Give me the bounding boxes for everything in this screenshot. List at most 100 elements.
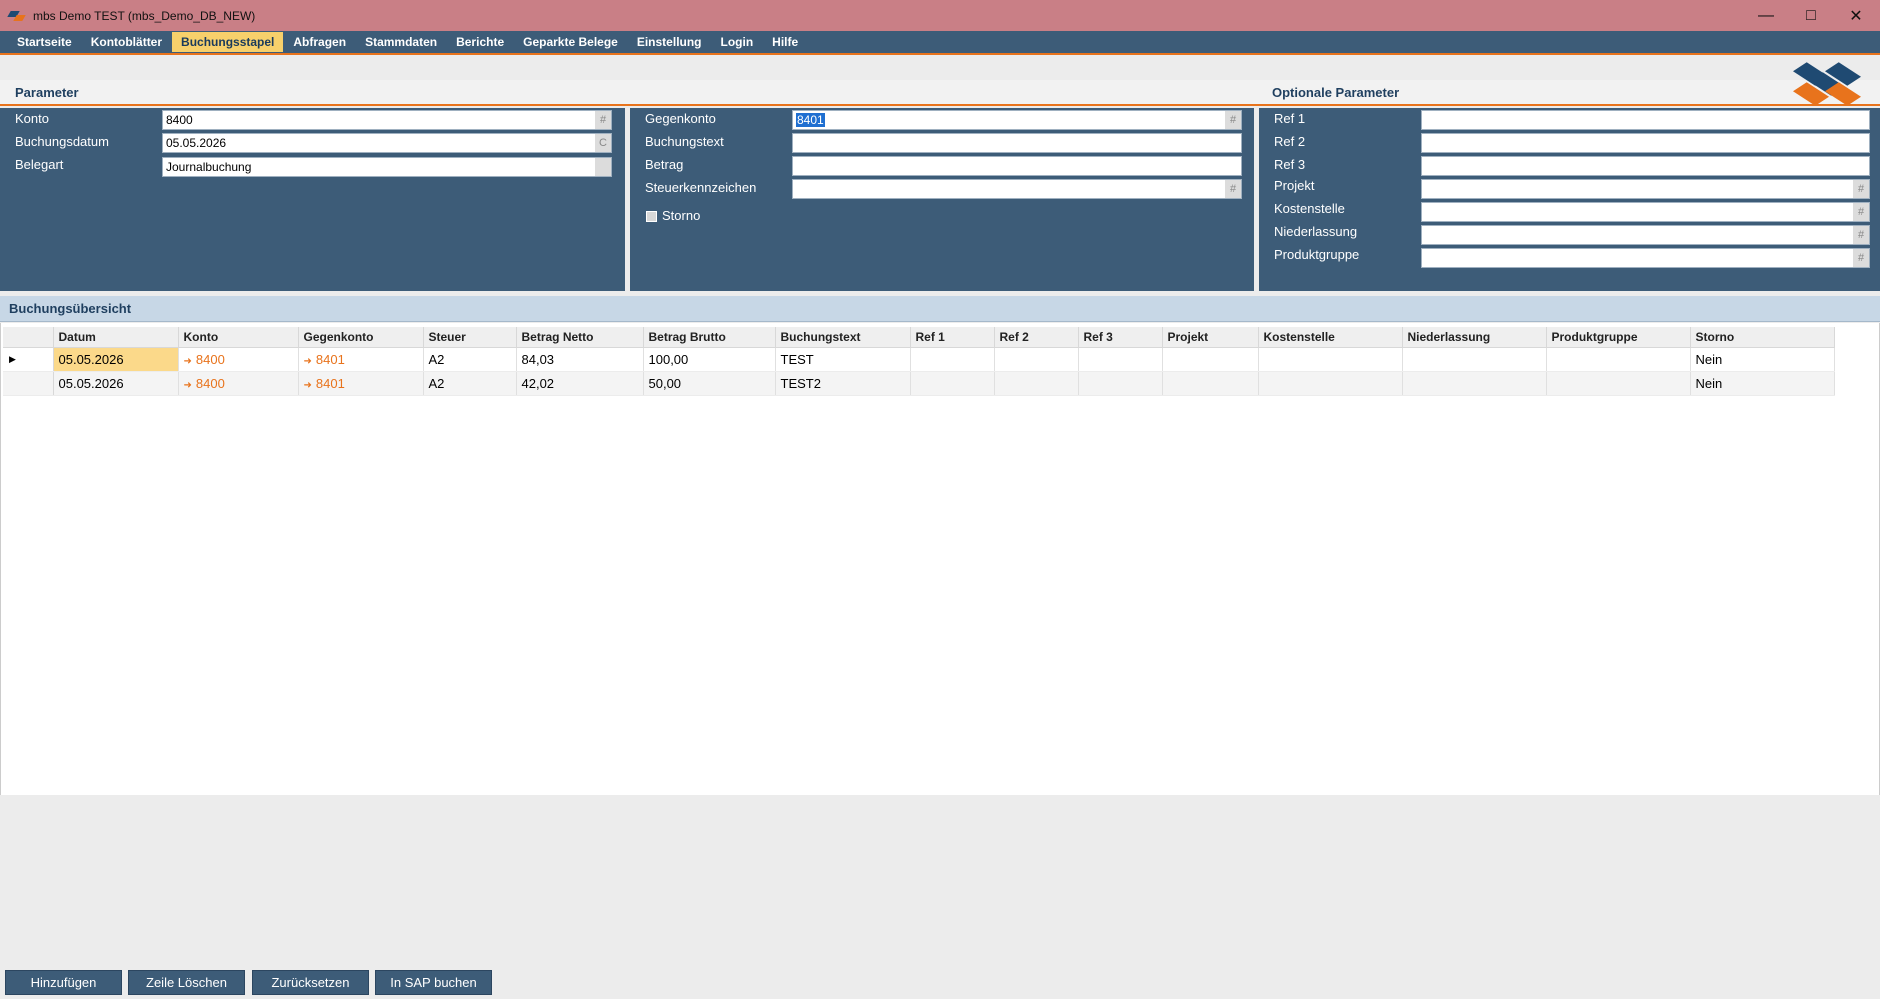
cell-gegenkonto[interactable]: ➜ 8401 xyxy=(298,371,424,396)
cell-projekt[interactable] xyxy=(1162,371,1259,396)
cell-niederlassung[interactable] xyxy=(1402,347,1547,372)
storno-checkbox[interactable] xyxy=(646,211,657,222)
menu-einstellung[interactable]: Einstellung xyxy=(628,32,711,52)
maximize-icon[interactable]: □ xyxy=(1788,0,1834,31)
col-kostenstelle[interactable]: Kostenstelle xyxy=(1258,327,1403,348)
menu-abfragen[interactable]: Abfragen xyxy=(284,32,355,52)
buchungsdatum-label: Buchungsdatum xyxy=(15,134,109,149)
col-betrag-brutto[interactable]: Betrag Brutto xyxy=(643,327,776,348)
col-ref2[interactable]: Ref 2 xyxy=(994,327,1079,348)
belegart-dropdown-icon[interactable] xyxy=(595,158,611,176)
buchungstext-field[interactable] xyxy=(792,133,1242,153)
ref2-field[interactable] xyxy=(1421,133,1870,153)
table-row[interactable]: 05.05.2026 ➜ 8400 ➜ 8401 A2 42,02 50,00 TE… xyxy=(3,371,1835,396)
cell-storno[interactable]: Nein xyxy=(1690,371,1835,396)
col-ref1[interactable]: Ref 1 xyxy=(910,327,995,348)
cell-kostenstelle[interactable] xyxy=(1258,347,1403,372)
col-gegenkonto[interactable]: Gegenkonto xyxy=(298,327,424,348)
steuerkennzeichen-label: Steuerkennzeichen xyxy=(645,180,757,195)
delete-row-button[interactable]: Zeile Löschen xyxy=(128,970,245,995)
cell-ref2[interactable] xyxy=(994,347,1079,372)
col-konto[interactable]: Konto xyxy=(178,327,299,348)
cell-ref3[interactable] xyxy=(1078,371,1163,396)
cell-ref1[interactable] xyxy=(910,371,995,396)
niederlassung-lookup-icon[interactable]: # xyxy=(1853,226,1869,244)
current-row-icon[interactable]: ▶ xyxy=(3,347,54,372)
cell-produktgruppe[interactable] xyxy=(1546,347,1691,372)
cell-kostenstelle[interactable] xyxy=(1258,371,1403,396)
parameter-panel-middle: Gegenkonto 8401 # Buchungstext Betrag St… xyxy=(630,108,1254,291)
app-logo-icon xyxy=(9,10,25,22)
kostenstelle-field[interactable]: # xyxy=(1421,202,1870,222)
cell-buchungstext[interactable]: TEST xyxy=(775,347,911,372)
cell-konto[interactable]: ➜ 8400 xyxy=(178,371,299,396)
cell-gegenkonto[interactable]: ➜ 8401 xyxy=(298,347,424,372)
col-steuer[interactable]: Steuer xyxy=(423,327,517,348)
storno-label: Storno xyxy=(662,208,701,223)
cell-ref3[interactable] xyxy=(1078,347,1163,372)
menu-geparkte-belege[interactable]: Geparkte Belege xyxy=(514,32,627,52)
col-projekt[interactable]: Projekt xyxy=(1162,327,1259,348)
close-icon[interactable]: ✕ xyxy=(1833,0,1879,31)
kostenstelle-label: Kostenstelle xyxy=(1274,201,1345,216)
cell-steuer[interactable]: A2 xyxy=(423,371,517,396)
cell-konto[interactable]: ➜ 8400 xyxy=(178,347,299,372)
konto-lookup-icon[interactable]: # xyxy=(595,111,611,129)
col-ref3[interactable]: Ref 3 xyxy=(1078,327,1163,348)
table-row[interactable]: ▶ 05.05.2026 ➜ 8400 ➜ 8401 A2 84,03 100,00… xyxy=(3,347,1835,372)
row-selector[interactable] xyxy=(3,371,54,396)
cell-netto[interactable]: 84,03 xyxy=(516,347,644,372)
gegenkonto-field[interactable]: 8401 # xyxy=(792,110,1242,130)
menu-login[interactable]: Login xyxy=(712,32,763,52)
betrag-field[interactable] xyxy=(792,156,1242,176)
konto-field[interactable]: 8400 # xyxy=(162,110,612,130)
menu-hilfe[interactable]: Hilfe xyxy=(763,32,807,52)
col-buchungstext[interactable]: Buchungstext xyxy=(775,327,911,348)
cell-datum[interactable]: 05.05.2026 xyxy=(53,371,179,396)
kostenstelle-lookup-icon[interactable]: # xyxy=(1853,203,1869,221)
col-produktgruppe[interactable]: Produktgruppe xyxy=(1546,327,1691,348)
menu-berichte[interactable]: Berichte xyxy=(447,32,513,52)
col-datum[interactable]: Datum xyxy=(53,327,179,348)
minimize-icon[interactable]: — xyxy=(1743,0,1789,31)
konto-label: Konto xyxy=(15,111,49,126)
menu-kontoblaetter[interactable]: Kontoblätter xyxy=(82,32,171,52)
ref3-field[interactable] xyxy=(1421,156,1870,176)
produktgruppe-field[interactable]: # xyxy=(1421,248,1870,268)
cell-produktgruppe[interactable] xyxy=(1546,371,1691,396)
cell-storno[interactable]: Nein xyxy=(1690,347,1835,372)
cell-projekt[interactable] xyxy=(1162,347,1259,372)
cell-ref1[interactable] xyxy=(910,347,995,372)
steuer-lookup-icon[interactable]: # xyxy=(1225,180,1241,198)
ref1-field[interactable] xyxy=(1421,110,1870,130)
post-to-sap-button[interactable]: In SAP buchen xyxy=(375,970,492,995)
menu-startseite[interactable]: Startseite xyxy=(8,32,81,52)
col-storno[interactable]: Storno xyxy=(1690,327,1835,348)
reset-button[interactable]: Zurücksetzen xyxy=(252,970,369,995)
gegenkonto-lookup-icon[interactable]: # xyxy=(1225,111,1241,129)
steuerkennzeichen-field[interactable]: # xyxy=(792,179,1242,199)
cell-brutto[interactable]: 100,00 xyxy=(643,347,776,372)
buchungsdatum-field[interactable]: 05.05.2026 C xyxy=(162,133,612,153)
col-betrag-netto[interactable]: Betrag Netto xyxy=(516,327,644,348)
col-niederlassung[interactable]: Niederlassung xyxy=(1402,327,1547,348)
produktgruppe-lookup-icon[interactable]: # xyxy=(1853,249,1869,267)
cell-buchungstext[interactable]: TEST2 xyxy=(775,371,911,396)
cell-netto[interactable]: 42,02 xyxy=(516,371,644,396)
belegart-label: Belegart xyxy=(15,157,64,172)
window-title: mbs Demo TEST (mbs_Demo_DB_NEW) xyxy=(33,8,256,23)
add-button[interactable]: Hinzufügen xyxy=(5,970,122,995)
gegenkonto-label: Gegenkonto xyxy=(645,111,716,126)
menu-stammdaten[interactable]: Stammdaten xyxy=(356,32,446,52)
niederlassung-field[interactable]: # xyxy=(1421,225,1870,245)
cell-steuer[interactable]: A2 xyxy=(423,347,517,372)
cell-datum[interactable]: 05.05.2026 xyxy=(53,347,179,372)
calendar-icon[interactable]: C xyxy=(595,134,611,152)
belegart-select[interactable]: Journalbuchung xyxy=(162,157,612,177)
projekt-lookup-icon[interactable]: # xyxy=(1853,180,1869,198)
menu-buchungsstapel[interactable]: Buchungsstapel xyxy=(172,32,284,52)
cell-niederlassung[interactable] xyxy=(1402,371,1547,396)
projekt-field[interactable]: # xyxy=(1421,179,1870,199)
cell-brutto[interactable]: 50,00 xyxy=(643,371,776,396)
cell-ref2[interactable] xyxy=(994,371,1079,396)
